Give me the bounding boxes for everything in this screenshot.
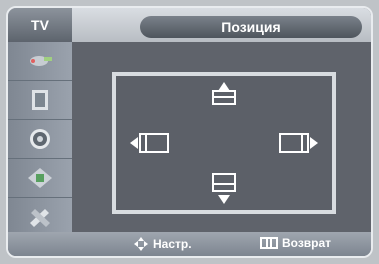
adjust-hint: Настр. <box>133 236 192 252</box>
header-bar: TV Позиция <box>8 8 371 42</box>
move-right-control[interactable] <box>279 133 318 153</box>
menu-sidebar <box>8 42 72 237</box>
osd-menu-window: TV Позиция Настр. Возврат <box>6 6 373 258</box>
main-content <box>72 42 371 236</box>
tv-label: TV <box>8 8 72 42</box>
footer-bar: Настр. Возврат <box>8 232 371 256</box>
four-way-arrows-icon <box>134 237 148 251</box>
picture-input-icon <box>30 56 52 66</box>
move-down-control[interactable] <box>212 173 236 204</box>
back-hint[interactable]: Возврат <box>260 236 331 250</box>
sidebar-item-picture[interactable] <box>8 81 72 120</box>
move-left-control[interactable] <box>130 133 169 153</box>
tools-icon <box>30 209 50 227</box>
menu-grid-icon <box>260 237 278 249</box>
sidebar-item-sound[interactable] <box>8 120 72 159</box>
sidebar-item-setup[interactable] <box>8 159 72 198</box>
speaker-icon <box>30 129 50 149</box>
position-arrows <box>130 82 318 204</box>
back-label: Возврат <box>282 236 332 250</box>
tv-screen-icon <box>32 90 48 110</box>
move-up-control[interactable] <box>212 82 236 105</box>
sidebar-item-input[interactable] <box>8 42 72 81</box>
position-adjust-panel[interactable] <box>112 72 336 214</box>
chip-setup-icon <box>28 168 52 188</box>
adjust-label: Настр. <box>153 237 192 251</box>
page-title: Позиция <box>140 16 362 38</box>
